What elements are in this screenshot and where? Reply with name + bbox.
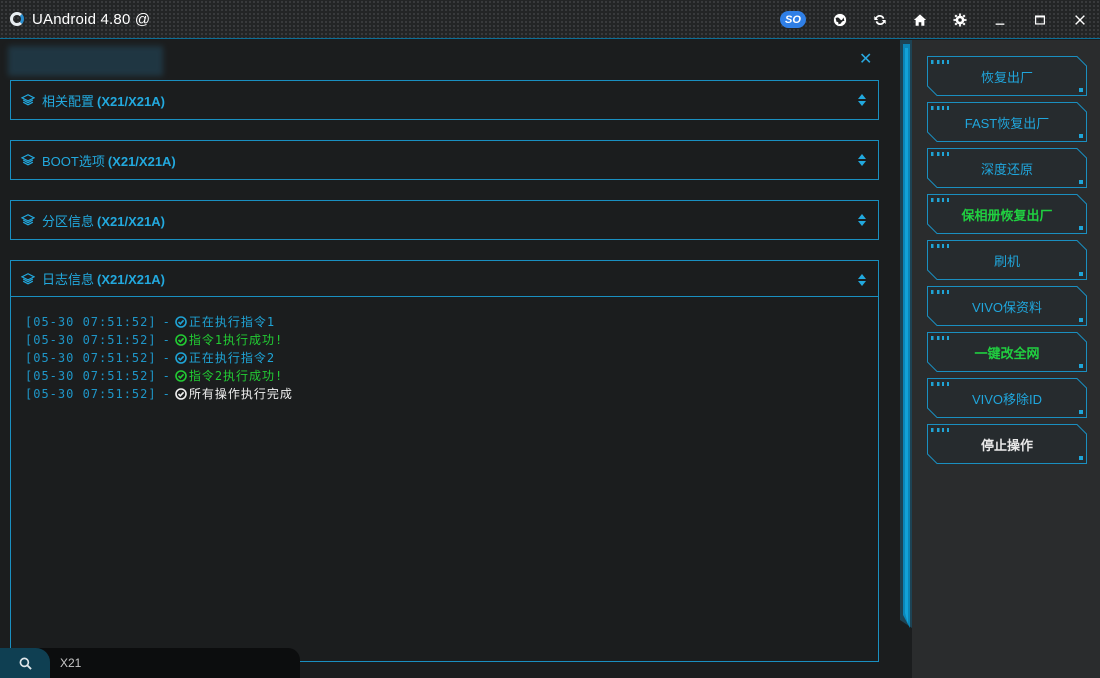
log-entry: [05-30 07:51:52] - 指令2执行成功! (25, 369, 284, 383)
log-message: 指令1执行成功! (188, 333, 284, 347)
window-controls: SO (780, 0, 1100, 39)
gear-icon[interactable] (940, 0, 980, 39)
log-entry: [05-30 07:51:52] - 正在执行指令1 (25, 315, 276, 329)
app-title: UAndroid 4.80 @ (32, 10, 151, 28)
action-sidebar: 恢复出厂 FAST恢复出厂 深度还原保相册恢复出厂 刷机 VIVO保资料 一键改全网 VIV… (912, 40, 1100, 678)
panel-partition[interactable]: 分区信息 (X21/X21A) (10, 200, 879, 240)
sidebar-button[interactable]: 恢复出厂 (927, 56, 1087, 96)
sidebar-button-label: VIVO移除ID (971, 391, 1043, 407)
panel-close-icon[interactable]: ✕ (859, 49, 872, 69)
panel-title: 日志信息 (X21/X21A) (42, 272, 165, 287)
log-message: 指令2执行成功! (188, 369, 284, 383)
search-icon (19, 657, 32, 670)
panel-title: BOOT选项 (X21/X21A) (42, 153, 176, 169)
sidebar-button-label: 停止操作 (980, 437, 1033, 453)
panel-title: 分区信息 (X21/X21A) (42, 213, 165, 229)
log-entry: [05-30 07:51:52] - 指令1执行成功! (25, 333, 284, 347)
sort-toggle-icon[interactable] (858, 214, 866, 226)
search-input[interactable] (60, 654, 280, 672)
check-circle-icon (175, 352, 187, 364)
layers-icon (21, 214, 35, 226)
search-bar (0, 648, 300, 678)
panel-log: 日志信息 (X21/X21A) [05-30 07:51:52] - 正在执行指令1… (10, 260, 879, 662)
sidebar-button-label: VIVO保资料 (971, 299, 1043, 315)
globe-icon[interactable] (820, 0, 860, 39)
log-message: 所有操作执行完成 (188, 387, 293, 401)
main-content: ✕ 相关配置 (X21/X21A) BOOT选项 (X21/X21A) 分区信息 (X… (0, 40, 900, 678)
log-entry: [05-30 07:51:52] - 正在执行指令2 (25, 351, 276, 365)
search-button[interactable] (0, 648, 50, 678)
sidebar-button[interactable]: FAST恢复出厂 (927, 102, 1087, 142)
sidebar-button-label: 恢复出厂 (980, 69, 1033, 85)
check-circle-icon (175, 334, 187, 346)
sort-toggle-icon[interactable] (858, 154, 866, 166)
refresh-icon[interactable] (860, 0, 900, 39)
layers-icon (21, 154, 35, 166)
blurred-header (8, 46, 163, 76)
sidebar-button[interactable]: 刷机 (927, 240, 1087, 280)
sort-toggle-icon[interactable] (858, 274, 866, 286)
check-circle-icon (175, 388, 187, 400)
title-bar: UAndroid 4.80 @ SO (0, 0, 1100, 39)
app-logo-icon (10, 12, 24, 26)
log-entry: [05-30 07:51:52] - 所有操作执行完成 (25, 387, 293, 401)
check-circle-icon (175, 370, 187, 382)
layers-icon (21, 94, 35, 106)
panel-title: 相关配置 (X21/X21A) (42, 93, 165, 109)
sidebar-button[interactable]: 深度还原 (927, 148, 1087, 188)
log-message: 正在执行指令1 (188, 315, 276, 329)
maximize-icon[interactable] (1020, 0, 1060, 39)
panel-divider (900, 40, 912, 628)
check-circle-icon (175, 316, 187, 328)
panel-header[interactable]: 相关配置 (X21/X21A) (11, 81, 878, 119)
panel-config[interactable]: 相关配置 (X21/X21A) (10, 80, 879, 120)
so-badge[interactable]: SO (780, 11, 806, 28)
panel-boot[interactable]: BOOT选项 (X21/X21A) (10, 140, 879, 180)
sidebar-button[interactable]: 停止操作 (927, 424, 1087, 464)
sort-toggle-icon[interactable] (858, 94, 866, 106)
panel-header[interactable]: 分区信息 (X21/X21A) (11, 201, 878, 239)
sidebar-button-label: 刷机 (993, 253, 1020, 269)
sidebar-button-label: FAST恢复出厂 (964, 115, 1050, 131)
minimize-icon[interactable] (980, 0, 1020, 39)
sidebar-button[interactable]: VIVO保资料 (927, 286, 1087, 326)
log-message: 正在执行指令2 (188, 351, 276, 365)
sidebar-button-label: 深度还原 (980, 161, 1033, 177)
home-icon[interactable] (900, 0, 940, 39)
sidebar-button[interactable]: 保相册恢复出厂 (927, 194, 1087, 234)
sidebar-button[interactable]: VIVO移除ID (927, 378, 1087, 418)
log-list: [05-30 07:51:52] - 正在执行指令1 [05-30 07:51:5… (11, 297, 878, 403)
sidebar-button[interactable]: 一键改全网 (927, 332, 1087, 372)
sidebar-button-label: 一键改全网 (974, 345, 1040, 361)
panel-header[interactable]: BOOT选项 (X21/X21A) (11, 141, 878, 179)
layers-icon (21, 272, 35, 285)
close-icon[interactable] (1060, 0, 1100, 39)
panel-header[interactable]: 日志信息 (X21/X21A) (11, 261, 878, 297)
sidebar-button-label: 保相册恢复出厂 (961, 207, 1053, 223)
